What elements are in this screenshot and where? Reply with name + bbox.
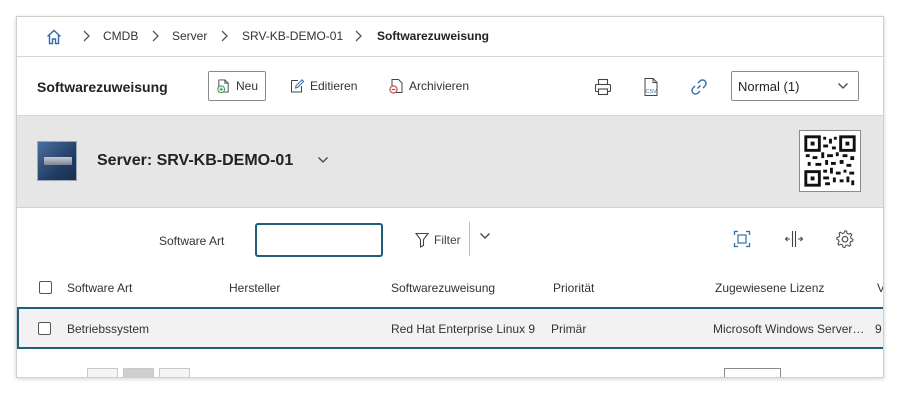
server-image [37, 141, 77, 181]
cell-zugewiesene-lizenz: Microsoft Windows Server… [713, 322, 865, 336]
column-resize-icon[interactable] [784, 229, 804, 249]
chevron-right-icon [355, 30, 362, 42]
chevron-down-icon[interactable] [479, 232, 491, 240]
print-icon[interactable] [593, 77, 613, 97]
toolbar: Softwarezuweisung Neu Editieren Archivie… [17, 57, 883, 116]
fullscreen-icon[interactable] [732, 229, 752, 249]
chevron-right-icon [221, 30, 228, 42]
page-title: Softwarezuweisung [37, 79, 168, 95]
archive-button-label: Archivieren [409, 79, 470, 93]
chevron-down-icon[interactable] [317, 156, 329, 164]
new-document-icon [217, 79, 229, 94]
filter-bar: Software Art Filter [17, 208, 883, 268]
view-select[interactable]: Normal (1) [731, 71, 859, 101]
breadcrumb-item-server[interactable]: Server [172, 29, 207, 43]
filter-button[interactable]: Filter [415, 230, 461, 250]
archive-button[interactable]: Archivieren [381, 71, 476, 101]
cell-software-art: Betriebssystem [67, 322, 150, 336]
svg-text:CSV: CSV [646, 89, 658, 95]
chevron-right-icon [152, 30, 159, 42]
breadcrumb-current: Softwarezuweisung [377, 29, 490, 43]
view-select-value: Normal (1) [738, 78, 800, 94]
breadcrumb-item-cmdb[interactable]: CMDB [103, 29, 138, 43]
edit-button-label: Editieren [310, 79, 358, 93]
cell-prioritaet: Primär [551, 322, 587, 336]
link-icon[interactable] [689, 77, 709, 97]
object-header: Server: SRV-KB-DEMO-01 [17, 116, 883, 208]
edit-icon [291, 79, 305, 93]
filter-label: Software Art [159, 234, 225, 248]
gear-icon[interactable] [835, 229, 855, 249]
column-header-zugewiesene-lizenz[interactable]: Zugewiesene Lizenz [715, 281, 824, 295]
csv-export-icon[interactable]: CSV [641, 77, 661, 97]
home-icon[interactable] [45, 28, 63, 46]
divider [469, 222, 470, 256]
edit-button[interactable]: Editieren [282, 71, 364, 101]
pager-page-button[interactable] [123, 368, 154, 377]
breadcrumb-item-srv[interactable]: SRV-KB-DEMO-01 [242, 29, 343, 43]
app-frame: CMDB Server SRV-KB-DEMO-01 Softwarezuwei… [16, 16, 884, 378]
pager-prev-button[interactable] [87, 368, 118, 377]
cell-truncated: 9 [875, 322, 882, 336]
new-button-label: Neu [235, 79, 258, 93]
archive-icon [389, 79, 403, 94]
cell-softwarezuweisung: Red Hat Enterprise Linux 9 [391, 322, 536, 336]
table-row[interactable]: Betriebssystem Red Hat Enterprise Linux … [17, 309, 883, 349]
pager-next-button[interactable] [159, 368, 190, 377]
column-header-hersteller[interactable]: Hersteller [229, 281, 280, 295]
page-size-select[interactable] [724, 368, 781, 377]
breadcrumb: CMDB Server SRV-KB-DEMO-01 Softwarezuwei… [17, 17, 883, 57]
column-header-softwarezuweisung[interactable]: Softwarezuweisung [391, 281, 495, 295]
qr-code-icon[interactable] [799, 130, 861, 192]
funnel-icon [415, 232, 429, 248]
column-header-software-art[interactable]: Software Art [67, 281, 132, 295]
object-title: Server: SRV-KB-DEMO-01 [97, 152, 294, 169]
new-button[interactable]: Neu [208, 71, 266, 101]
select-all-checkbox[interactable] [39, 281, 52, 294]
row-checkbox[interactable] [38, 322, 51, 335]
filter-input[interactable] [255, 223, 383, 257]
table-header: Software Art Hersteller Softwarezuweisun… [17, 269, 883, 309]
column-header-prioritaet[interactable]: Priorität [553, 281, 594, 295]
column-header-truncated[interactable]: V [877, 281, 883, 295]
chevron-right-icon [83, 30, 90, 42]
filter-button-label: Filter [434, 233, 461, 247]
chevron-down-icon [838, 83, 848, 89]
